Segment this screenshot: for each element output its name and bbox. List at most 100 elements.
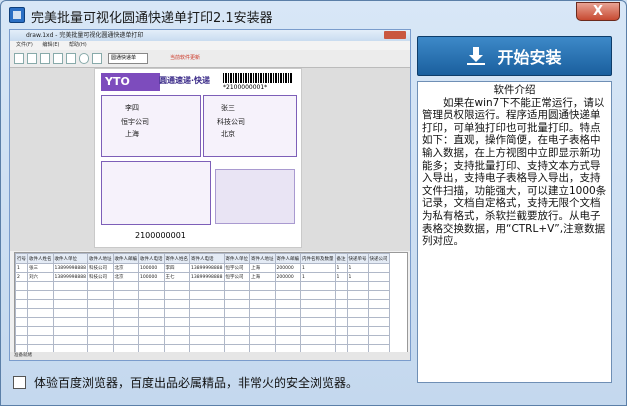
table-cell [52,317,88,327]
table-cell [249,281,276,291]
table-cell [27,317,54,327]
baidu-browser-checkbox[interactable] [13,375,26,389]
table-cell: 13899998888 [52,263,88,273]
table-cell [112,299,139,309]
table-cell [189,281,225,291]
table-cell: 13899998888 [189,272,225,282]
table-cell [163,308,190,318]
column-header: 内件名称及数量 [300,253,336,264]
table-cell [249,299,276,309]
table-cell [223,281,250,291]
table-cell [367,299,390,309]
table-cell [274,326,301,336]
table-cell [87,335,114,345]
table-cell [15,308,28,318]
table-cell [112,308,139,318]
preview-menu: 文件(F) 编辑(E) 帮助(H) [10,41,410,50]
column-header: 快递单号 [346,253,369,264]
column-header: 收件人电话 [138,253,165,264]
column-header: 寄件人地址 [249,253,276,264]
table-cell [274,335,301,345]
table-cell [87,281,114,291]
close-button[interactable]: X [576,2,620,21]
table-cell [346,308,369,318]
table-cell [367,272,390,282]
preview-title-bar: draw.1xd - 完美批量可视化圆通快递单打印 [10,30,410,41]
table-cell [274,317,301,327]
table-cell [249,317,276,327]
table-cell [223,290,250,300]
intro-body: 如果在win7下不能正常运行，请以管理员权限运行。程序适用圆通快递单打印，可单独… [422,96,607,248]
preview-menu-file: 文件(F) [16,42,33,48]
table-row: 2 刘六 13899998888 科技公司 北京 100000 王七 13899998888 恒… [15,272,390,282]
settings-icon [92,53,102,64]
open-icon [40,53,50,64]
table-cell [87,290,114,300]
preview-window-controls [384,31,406,39]
preview-screenshot: draw.1xd - 完美批量可视化圆通快递单打印 文件(F) 编辑(E) 帮助… [9,29,411,361]
table-cell [334,326,348,336]
table-cell [112,281,139,291]
table-cell [27,308,54,318]
table-cell [300,290,336,300]
table-cell [112,326,139,336]
table-cell: 恒宇公司 [223,272,250,282]
table-cell [27,290,54,300]
print-icon [79,53,89,64]
table-cell [138,281,165,291]
table-cell [15,335,28,345]
column-header: 寄件人姓名 [163,253,190,264]
preview-menu-edit: 编辑(E) [42,42,60,48]
table-cell: 张三 [27,263,54,273]
table-cell [223,308,250,318]
software-intro-panel[interactable]: 软件介绍 如果在win7下不能正常运行，请以管理员权限运行。程序适用圆通快递单打… [417,81,612,383]
table-cell [334,290,348,300]
table-row [15,326,390,336]
table-cell: 上海 [249,272,276,282]
column-header: 快递公司 [367,253,390,264]
download-icon [467,47,486,65]
waybill-canvas: YTO 圆通速递·快递 *2100000001* 李四 恒宇公司 上海 张三 科… [10,68,410,251]
table-cell [223,317,250,327]
column-header: 寄件人电话 [189,253,225,264]
table-cell [334,308,348,318]
table-cell [87,308,114,318]
table-cell [15,290,28,300]
table-cell [27,335,54,345]
table-cell [346,290,369,300]
start-install-button[interactable]: 开始安装 [417,36,612,76]
table-row [15,290,390,300]
table-cell [367,326,390,336]
table-cell [138,317,165,327]
table-cell: 1 [334,272,348,282]
waybill-brand: 圆通速递·快递 [159,76,211,85]
table-header-row: 行号 收件人姓名 收件人单位 收件人地址 收件人邮编 收件人电话 寄件人姓名 寄件人电话 寄件人… [15,253,390,264]
table-row [15,299,390,309]
table-cell: 恒宇公司 [223,263,250,273]
new-icon [14,53,24,64]
table-cell [249,290,276,300]
table-cell: 刘六 [27,272,54,282]
table-cell [52,326,88,336]
save-icon [53,53,63,64]
start-install-label: 开始安装 [497,48,562,67]
table-cell: 13899998888 [189,263,225,273]
table-cell [189,308,225,318]
table-cell [189,335,225,345]
baidu-browser-label[interactable]: 体验百度浏览器，百度出品必属精品，非常火的安全浏览器。 [34,374,358,391]
table-cell [223,326,250,336]
preview-menu-help: 帮助(H) [69,42,87,48]
waybill: YTO 圆通速递·快递 *2100000001* 李四 恒宇公司 上海 张三 科… [94,68,302,248]
table-cell [52,335,88,345]
table-cell [274,281,301,291]
column-header: 行号 [15,253,28,264]
table-cell [300,308,336,318]
table-cell [334,335,348,345]
table-cell [27,299,54,309]
waybill-number-bottom: 2100000001 [135,231,186,240]
table-cell [52,299,88,309]
table-cell [138,308,165,318]
table-row [15,335,390,345]
table-cell [189,299,225,309]
table-cell [15,299,28,309]
